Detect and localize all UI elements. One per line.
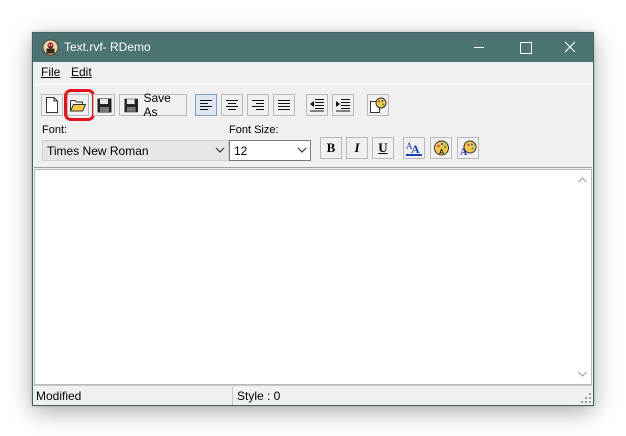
- save-as-button[interactable]: Save As: [119, 91, 187, 119]
- text-background-button[interactable]: A: [430, 137, 452, 159]
- minimize-button[interactable]: [456, 33, 502, 62]
- rdemo-window: Text.rvf- RDemo File Edit Save As Font: …: [32, 32, 594, 406]
- bold-button[interactable]: B: [320, 137, 342, 159]
- status-modified: Modified: [33, 387, 233, 405]
- font-color-button[interactable]: A A: [403, 137, 425, 159]
- align-right-button[interactable]: [247, 94, 269, 116]
- save-as-label: Save As: [143, 91, 171, 119]
- underline-button[interactable]: U: [372, 137, 394, 159]
- rdemo-app-icon[interactable]: [42, 39, 59, 56]
- align-left-icon: [200, 100, 212, 110]
- svg-text:A: A: [439, 149, 444, 156]
- increase-indent-button[interactable]: [332, 94, 354, 116]
- chevron-down-icon: [215, 147, 225, 153]
- status-style: Style : 0: [237, 389, 281, 403]
- align-left-button[interactable]: [195, 94, 217, 116]
- new-document-icon: [46, 97, 58, 113]
- font-name-select[interactable]: Times New Roman: [42, 140, 229, 161]
- status-bar: Modified Style : 0: [33, 385, 593, 405]
- text-style-button[interactable]: A: [457, 137, 479, 159]
- align-center-button[interactable]: [221, 94, 243, 116]
- align-justify-button[interactable]: [273, 94, 295, 116]
- open-button-highlight: [64, 89, 95, 121]
- underline-glyph: U: [378, 140, 388, 155]
- scroll-up-arrow-icon[interactable]: [578, 177, 587, 183]
- svg-text:A: A: [411, 142, 420, 156]
- align-right-icon: [252, 100, 264, 110]
- window-title: Text.rvf- RDemo: [64, 40, 151, 54]
- bold-glyph: B: [326, 140, 336, 155]
- font-size-value: 12: [234, 144, 248, 158]
- align-justify-icon: [278, 100, 290, 110]
- paragraph-background-button[interactable]: [367, 94, 389, 116]
- maximize-button[interactable]: [502, 33, 548, 62]
- vertical-scrollbar[interactable]: [574, 170, 591, 384]
- close-icon: [564, 41, 576, 53]
- close-button[interactable]: [547, 33, 593, 62]
- scroll-down-arrow-icon[interactable]: [578, 371, 587, 377]
- font-size-select[interactable]: 12: [229, 140, 311, 161]
- menu-edit[interactable]: Edit: [71, 65, 92, 79]
- document-editor[interactable]: [34, 169, 592, 385]
- chevron-down-icon: [297, 147, 307, 153]
- italic-glyph: I: [354, 140, 360, 155]
- italic-button[interactable]: I: [346, 137, 368, 159]
- decrease-indent-button[interactable]: [306, 94, 328, 116]
- align-center-icon: [226, 100, 238, 110]
- text-background-icon: A: [433, 140, 449, 156]
- new-document-button[interactable]: [41, 94, 63, 116]
- font-size-label: Font Size:: [229, 124, 279, 136]
- paragraph-background-icon: [369, 97, 386, 113]
- font-name-value: Times New Roman: [47, 144, 149, 158]
- font-label: Font:: [42, 124, 68, 136]
- font-color-icon: A A: [406, 141, 422, 156]
- title-bar[interactable]: Text.rvf- RDemo: [33, 33, 593, 62]
- floppy-disk-icon: [97, 98, 111, 112]
- svg-text:A: A: [460, 147, 468, 156]
- increase-indent-icon: [336, 99, 350, 112]
- menu-bar: File Edit: [33, 62, 593, 82]
- toolbar-area: Save As Font: Font Size: Times New Roman…: [34, 84, 592, 168]
- resize-grip-icon[interactable]: [581, 393, 591, 403]
- decrease-indent-icon: [310, 99, 324, 112]
- floppy-disk-icon: [124, 98, 139, 112]
- menu-file[interactable]: File: [41, 65, 60, 79]
- text-style-icon: A: [460, 140, 476, 156]
- save-button[interactable]: [93, 94, 115, 116]
